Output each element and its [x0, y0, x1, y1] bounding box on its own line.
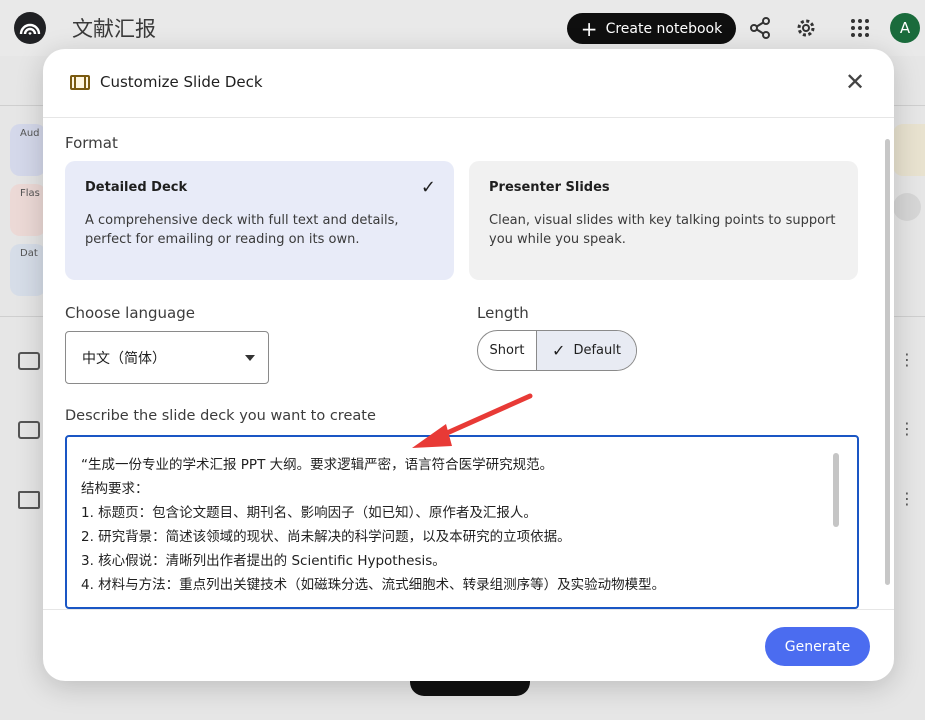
bg-data-chip: Dat — [10, 244, 46, 296]
kebab-menu-icon: ⋮ — [899, 489, 915, 508]
slide-deck-description-textarea[interactable]: “生成一份专业的学术汇报 PPT 大纲。要求逻辑严密，语言符合医学研究规范。 结… — [65, 435, 859, 609]
bg-audio-chip: Aud — [10, 124, 46, 176]
bg-chip-label: Dat — [20, 248, 38, 259]
length-option-short[interactable]: Short — [478, 331, 537, 370]
format-label: Format — [65, 134, 118, 152]
dialog-footer-divider — [43, 609, 894, 610]
describe-label: Describe the slide deck you want to crea… — [65, 408, 376, 424]
customize-slide-deck-dialog: Customize Slide Deck ✕ Format Detailed D… — [43, 49, 894, 681]
format-option-description: Clean, visual slides with key talking po… — [489, 213, 836, 247]
create-notebook-button[interactable]: + Create notebook — [567, 13, 736, 44]
create-notebook-label: Create notebook — [605, 20, 723, 37]
settings-gear-icon[interactable] — [794, 16, 818, 40]
textarea-scrollbar[interactable] — [833, 453, 839, 527]
dialog-header: Customize Slide Deck ✕ — [43, 49, 894, 118]
apps-grid-icon[interactable] — [848, 16, 872, 40]
close-icon[interactable]: ✕ — [843, 70, 867, 95]
notebook-title[interactable]: 文献汇报 — [72, 13, 156, 43]
user-avatar[interactable]: A — [890, 13, 920, 43]
bg-note-icon — [18, 491, 40, 509]
app-header: 文献汇报 + Create notebook A — [0, 0, 925, 56]
format-option-description: A comprehensive deck with full text and … — [85, 213, 399, 247]
share-icon[interactable] — [748, 16, 772, 40]
plus-icon: + — [580, 16, 598, 41]
length-label: Length — [477, 304, 529, 322]
format-option-title: Detailed Deck — [85, 180, 188, 195]
generate-button[interactable]: Generate — [765, 627, 870, 666]
bg-slides-icon — [18, 421, 40, 439]
format-option-presenter-slides[interactable]: Presenter Slides Clean, visual slides wi… — [469, 161, 858, 280]
kebab-menu-icon: ⋮ — [899, 419, 915, 438]
slide-deck-icon — [70, 75, 90, 90]
prompt-line: 结构要求： — [81, 481, 149, 497]
kebab-menu-icon: ⋮ — [899, 350, 915, 369]
bg-flashcards-chip: Flas — [10, 184, 46, 236]
prompt-line: 3. 核心假说：清晰列出作者提出的 Scientific Hypothesis。 — [81, 553, 446, 569]
prompt-line: “生成一份专业的学术汇报 PPT 大纲。要求逻辑严密，语言符合医学研究规范。 — [81, 457, 554, 473]
language-select[interactable]: 中文（简体） — [65, 331, 269, 384]
checkmark-icon: ✓ — [552, 341, 566, 360]
notebooklm-logo-icon[interactable] — [14, 12, 46, 44]
choose-language-label: Choose language — [65, 304, 195, 322]
length-option-label: Default — [573, 343, 621, 358]
bg-chip-label: Aud — [20, 128, 40, 139]
bg-chip-label: Flas — [20, 188, 40, 199]
bg-slides-icon — [18, 352, 40, 370]
format-option-detailed-deck[interactable]: Detailed Deck A comprehensive deck with … — [65, 161, 454, 280]
length-segmented-control: Short ✓ Default — [477, 330, 637, 371]
prompt-line: 2. 研究背景：简述该领域的现状、尚未解决的科学问题，以及本研究的立项依据。 — [81, 529, 571, 545]
edit-pencil-icon — [893, 193, 921, 221]
checkmark-icon: ✓ — [420, 177, 436, 198]
prompt-line: 4. 材料与方法：重点列出关键技术（如磁珠分选、流式细胞术、转录组测序等）及实验… — [81, 577, 666, 593]
length-option-default[interactable]: ✓ Default — [537, 331, 636, 370]
language-value: 中文（简体） — [82, 351, 166, 367]
bg-right-chip — [893, 124, 925, 176]
dropdown-caret-icon — [245, 355, 255, 361]
prompt-line: 1. 标题页：包含论文题目、期刊名、影响因子（如已知）、原作者及汇报人。 — [81, 505, 537, 521]
format-option-title: Presenter Slides — [489, 180, 610, 195]
dialog-title: Customize Slide Deck — [100, 73, 263, 91]
dialog-scrollbar[interactable] — [885, 139, 890, 585]
